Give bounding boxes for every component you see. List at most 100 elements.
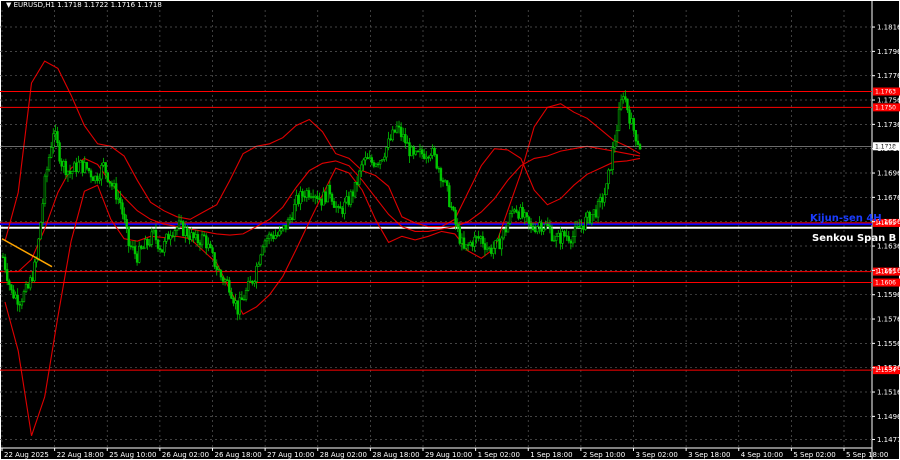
- candle-body: [433, 148, 436, 155]
- candle-body: [20, 301, 24, 306]
- candle-body: [131, 246, 135, 248]
- x-tick-label: 5 Sep 02:00: [793, 451, 835, 459]
- candle-body: [466, 244, 470, 246]
- candle-body: [360, 164, 363, 172]
- candle-body: [605, 183, 608, 196]
- candle-body: [165, 233, 168, 242]
- candle-body: [546, 223, 550, 226]
- candle-body: [330, 193, 334, 202]
- candle-body: [33, 261, 36, 282]
- candle-body: [77, 161, 80, 172]
- candle-body: [202, 234, 206, 237]
- candle-body: [73, 162, 76, 172]
- candle-body: [425, 156, 428, 159]
- candle-body: [536, 226, 539, 233]
- candle-body: [221, 276, 225, 282]
- candle-body: [586, 211, 589, 218]
- candle-body: [114, 183, 118, 200]
- candle-body: [416, 150, 420, 153]
- candle-body: [188, 235, 191, 241]
- candle-body: [582, 225, 585, 230]
- candle-body: [452, 206, 455, 211]
- candle-body: [351, 191, 355, 197]
- candle-body: [274, 235, 277, 239]
- candle-body: [372, 162, 376, 167]
- candle-body: [272, 235, 275, 239]
- candle-body: [607, 169, 610, 185]
- chart-header: ▼ EURUSD,H1 1.1718 1.1722 1.1716 1.1718: [6, 1, 162, 9]
- candle-body: [343, 201, 346, 215]
- header-symbol: EURUSD,H1: [14, 1, 55, 9]
- candle-body: [588, 211, 591, 224]
- candle-body: [504, 229, 508, 233]
- candle-body: [563, 231, 566, 236]
- price-chart[interactable]: 1.17631.17501.16551.16151.16061.15341.17…: [0, 0, 900, 460]
- candle-body: [3, 256, 7, 270]
- candle-body: [1, 256, 5, 259]
- candle-body: [129, 245, 133, 248]
- candle-body: [125, 219, 128, 228]
- y-tick-label: 1.1616: [877, 267, 900, 275]
- candle-body: [456, 223, 459, 228]
- candle-body: [45, 169, 49, 177]
- x-tick-label: 25 Aug 10:00: [109, 451, 156, 459]
- candle-body: [320, 198, 323, 206]
- candle-body: [339, 206, 342, 209]
- candle-body: [282, 224, 285, 230]
- candle-body: [376, 163, 380, 166]
- candle-body: [301, 191, 304, 197]
- candle-body: [487, 247, 491, 249]
- candle-body: [290, 217, 294, 220]
- candle-body: [519, 207, 522, 219]
- candle-body: [544, 223, 547, 230]
- candle-body: [404, 134, 407, 144]
- candle-body: [559, 232, 562, 244]
- candle-body: [378, 160, 382, 165]
- candle-body: [311, 196, 315, 198]
- candle-body: [171, 235, 174, 237]
- candle-body: [228, 280, 231, 293]
- x-tick-label: 2 Sep 10:00: [583, 451, 625, 459]
- candle-body: [502, 229, 505, 239]
- candle-body: [471, 242, 474, 247]
- candle-body: [161, 249, 164, 253]
- x-tick-label: 3 Sep 02:00: [636, 451, 678, 459]
- candle-body: [458, 226, 461, 244]
- y-tick-label: 1.1716: [877, 145, 900, 153]
- candle-body: [412, 146, 415, 155]
- candle-body: [316, 195, 319, 200]
- candle-body: [550, 228, 554, 242]
- candle-body: [439, 168, 443, 181]
- y-tick-label: 1.1676: [877, 194, 900, 202]
- x-tick-label: 28 Aug 18:00: [372, 451, 419, 459]
- candle-body: [209, 243, 212, 249]
- candle-body: [232, 297, 235, 304]
- candle-body: [381, 159, 384, 162]
- candle-body: [246, 281, 250, 291]
- candle-body: [374, 163, 378, 167]
- candle-body: [557, 232, 560, 237]
- candle-body: [617, 108, 621, 131]
- x-tick-label: 26 Aug 02:00: [162, 451, 209, 459]
- chart-container[interactable]: 1.1763 1.1750 1.1655 1.1615 1.1606 1.1534 1.17…: [0, 0, 900, 460]
- candle-body: [506, 223, 510, 233]
- x-tick-label: 5 Sep 18:00: [846, 451, 888, 459]
- candle-body: [205, 235, 208, 249]
- y-tick-label: 1.1576: [877, 316, 900, 324]
- candle-body: [163, 240, 166, 253]
- candle-body: [263, 240, 267, 248]
- candle-body: [383, 156, 386, 160]
- candle-body: [87, 167, 91, 172]
- candle-body: [179, 220, 183, 223]
- candle-body: [261, 246, 265, 256]
- candle-body: [485, 247, 489, 250]
- candle-body: [521, 207, 524, 218]
- candle-body: [475, 236, 478, 238]
- candle-body: [104, 162, 107, 173]
- candle-body: [60, 160, 63, 167]
- candle-body: [43, 175, 47, 204]
- candle-body: [362, 159, 365, 166]
- candle-body: [270, 233, 273, 236]
- candle-body: [29, 277, 32, 289]
- candle-body: [548, 225, 552, 230]
